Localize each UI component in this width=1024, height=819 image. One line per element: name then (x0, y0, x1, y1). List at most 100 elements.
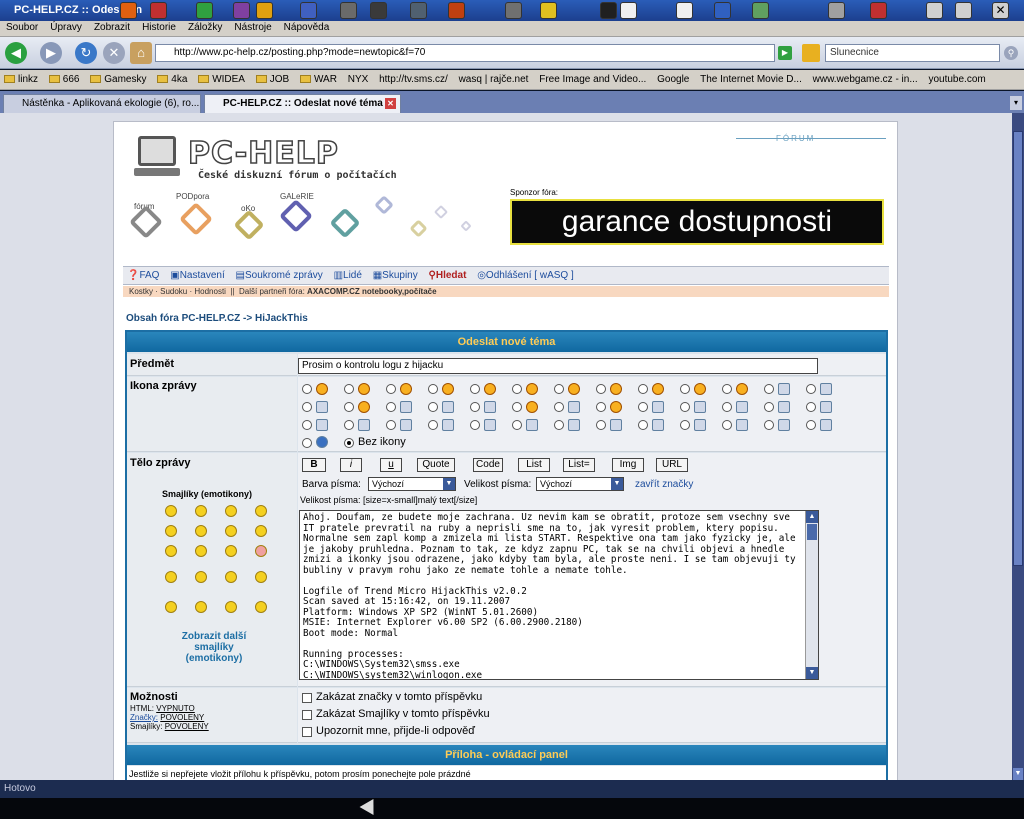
icon-radio[interactable] (806, 384, 816, 394)
app-icon[interactable] (300, 2, 317, 19)
smiley-icon[interactable] (195, 601, 207, 613)
icon-radio[interactable] (302, 420, 312, 430)
stop-icon[interactable]: ✕ (103, 42, 125, 64)
url-bar[interactable]: http://www.pc-help.cz/posting.php?mode=n… (155, 44, 775, 62)
nav-logout[interactable]: ◎Odhlášení [ wASQ ] (477, 270, 574, 281)
icon-radio[interactable] (470, 384, 480, 394)
home-icon[interactable]: ⌂ (130, 42, 152, 64)
smiley-icon[interactable] (225, 525, 237, 537)
icon-radio[interactable] (386, 402, 396, 412)
icon-radio[interactable] (680, 384, 690, 394)
no-icon-radio[interactable] (344, 438, 354, 448)
app-icon[interactable] (540, 2, 557, 19)
bookmark-gamesky[interactable]: Gamesky (86, 70, 150, 85)
bbcode-button-2[interactable]: u (380, 458, 402, 472)
smiley-icon[interactable] (255, 601, 267, 613)
icon-radio[interactable] (344, 402, 354, 412)
icon-radio[interactable] (680, 402, 690, 412)
reload-icon[interactable]: ↻ (75, 42, 97, 64)
app-icon[interactable] (233, 2, 250, 19)
icon-radio[interactable] (638, 420, 648, 430)
icon-radio[interactable] (386, 384, 396, 394)
icon-radio[interactable] (722, 420, 732, 430)
icon-radio[interactable] (428, 420, 438, 430)
galerie-nav-icon[interactable] (279, 199, 313, 233)
icon-radio[interactable] (512, 420, 522, 430)
menu-zobrazit[interactable]: Zobrazit (88, 21, 136, 34)
subject-input[interactable]: Prosim o kontrolu logu z hijacku (298, 358, 818, 374)
bbcode-button-6[interactable]: List= (563, 458, 595, 472)
icon-radio[interactable] (386, 420, 396, 430)
icon-radio[interactable] (764, 402, 774, 412)
icon-radio[interactable] (428, 402, 438, 412)
icon-radio[interactable] (512, 384, 522, 394)
smiley-icon[interactable] (225, 571, 237, 583)
scroll-down-icon[interactable]: ▼ (806, 667, 818, 679)
smiley-icon[interactable] (195, 525, 207, 537)
maximize-icon[interactable] (955, 2, 972, 19)
disable-smilies-checkbox[interactable] (302, 710, 312, 720)
font-color-select[interactable]: Výchozí ▼ (368, 477, 456, 491)
bbcode-button-0[interactable]: B (302, 458, 326, 472)
icon-radio[interactable] (806, 420, 816, 430)
bookmark-tv-sms[interactable]: http://tv.sms.cz/ (375, 70, 452, 85)
message-textarea[interactable]: Ahoj. Doufam, ze budete moje zachrana. U… (299, 510, 819, 680)
scroll-thumb[interactable] (807, 524, 817, 540)
icon-radio[interactable] (722, 384, 732, 394)
bbcode-button-5[interactable]: List (518, 458, 550, 472)
menu-zalozky[interactable]: Záložky (182, 21, 228, 34)
bookmark-youtube[interactable]: youtube.com (924, 70, 989, 85)
link-kostky[interactable]: Kostky (129, 287, 153, 296)
smiley-icon[interactable] (255, 545, 267, 557)
link-hodnosti[interactable]: Hodnosti (194, 287, 226, 296)
search-icon[interactable]: ⚲ (1004, 46, 1018, 60)
link-axacomp[interactable]: AXACOMP.CZ notebooky,počítače (307, 287, 437, 296)
icon-radio[interactable] (596, 420, 606, 430)
icon-radio[interactable] (722, 402, 732, 412)
icon-radio[interactable] (764, 420, 774, 430)
back-icon[interactable]: ◀ (5, 42, 27, 64)
app-icon[interactable] (505, 2, 522, 19)
smiley-icon[interactable] (165, 525, 177, 537)
icon-radio[interactable] (470, 402, 480, 412)
scroll-up-icon[interactable]: ▲ (806, 511, 818, 523)
minimize-icon[interactable] (926, 2, 943, 19)
notify-checkbox[interactable] (302, 727, 312, 737)
bookmark-imdb[interactable]: The Internet Movie D... (696, 70, 806, 85)
message-scrollbar[interactable]: ▲ ▼ (805, 511, 818, 679)
close-tab-icon[interactable]: ✕ (385, 98, 396, 109)
icon-radio[interactable] (344, 420, 354, 430)
menu-historie[interactable]: Historie (136, 21, 182, 34)
icon-radio[interactable] (302, 384, 312, 394)
smiley-icon[interactable] (225, 601, 237, 613)
search-engine-icon[interactable] (802, 44, 820, 62)
more-smilies-link[interactable]: Zobrazit další smajlíky (emotikony) (169, 631, 259, 664)
smiley-icon[interactable] (195, 505, 207, 517)
app-icon[interactable] (340, 2, 357, 19)
bookmark-free-image[interactable]: Free Image and Video... (535, 70, 650, 85)
go-icon[interactable]: ▶ (778, 46, 792, 60)
bookmark-4ka[interactable]: 4ka (153, 70, 191, 85)
icon-radio[interactable] (638, 402, 648, 412)
bbcode-button-4[interactable]: Code (473, 458, 503, 472)
icon-radio[interactable] (512, 402, 522, 412)
bookmark-nyx[interactable]: NYX (344, 70, 373, 85)
app-icon[interactable] (410, 2, 427, 19)
smiley-icon[interactable] (195, 571, 207, 583)
bookmark-job[interactable]: JOB (252, 70, 293, 85)
page-scroll-thumb[interactable] (1013, 131, 1023, 566)
bookmark-war[interactable]: WAR (296, 70, 341, 85)
icon-radio[interactable] (638, 384, 648, 394)
close-icon[interactable]: ✕ (992, 2, 1009, 19)
app-icon[interactable] (196, 2, 213, 19)
bookmark-rajce[interactable]: wasq | rajče.net (455, 70, 533, 85)
nav-search[interactable]: ⚲Hledat (429, 270, 467, 281)
app-icon[interactable] (370, 2, 387, 19)
icon-radio[interactable] (302, 438, 312, 448)
icon-radio[interactable] (554, 420, 564, 430)
bbcode-button-8[interactable]: URL (656, 458, 688, 472)
icon-radio[interactable] (680, 420, 690, 430)
nav-settings[interactable]: ▣Nastavení (170, 270, 224, 281)
app-icon[interactable] (620, 2, 637, 19)
tab-pc-help[interactable]: PC-HELP.CZ :: Odeslat nové téma ✕ (204, 94, 401, 113)
